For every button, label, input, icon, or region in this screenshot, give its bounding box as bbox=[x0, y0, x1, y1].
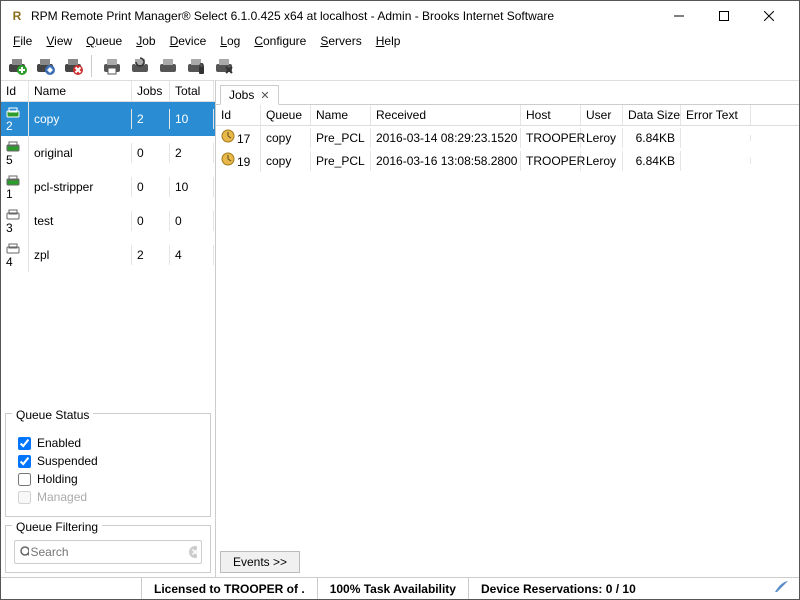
suspended-input[interactable] bbox=[18, 455, 31, 468]
toolbar-print3-button[interactable] bbox=[156, 54, 180, 78]
queue-row[interactable]: 2copy210 bbox=[1, 102, 215, 136]
tab-jobs[interactable]: Jobs ✕ bbox=[220, 85, 279, 105]
queue-status-group: Queue Status Enabled Suspended Holding M… bbox=[5, 413, 211, 517]
left-pane: Id Name Jobs Total 2copy2105original021p… bbox=[1, 81, 216, 577]
menu-job[interactable]: Job bbox=[130, 32, 161, 50]
queue-header-jobs[interactable]: Jobs bbox=[132, 81, 170, 101]
jobs-table: Id Queue Name Received Host User Data Si… bbox=[216, 105, 799, 547]
toolbar-delete-printer-button[interactable] bbox=[61, 54, 85, 78]
tab-bar: Jobs ✕ bbox=[216, 81, 799, 105]
suspended-checkbox[interactable]: Suspended bbox=[18, 454, 202, 468]
feather-icon bbox=[763, 580, 799, 597]
menu-file[interactable]: File bbox=[7, 32, 38, 50]
jobs-header-name[interactable]: Name bbox=[311, 105, 371, 125]
jobs-header-size[interactable]: Data Size bbox=[623, 105, 681, 125]
menu-configure[interactable]: Configure bbox=[248, 32, 312, 50]
jobs-header-received[interactable]: Received bbox=[371, 105, 521, 125]
queue-status-legend: Queue Status bbox=[12, 408, 93, 422]
job-row[interactable]: 17copyPre_PCL2016-03-14 08:29:23.1520TRO… bbox=[216, 126, 799, 149]
minimize-button[interactable] bbox=[656, 2, 701, 30]
toolbar-reprint-button[interactable] bbox=[128, 54, 152, 78]
jobs-header-error[interactable]: Error Text bbox=[681, 105, 751, 125]
printer-icon bbox=[6, 175, 20, 187]
queue-row[interactable]: 4zpl24 bbox=[1, 238, 215, 272]
queue-filtering-group: Queue Filtering bbox=[5, 525, 211, 573]
toolbar-config-printer-button[interactable] bbox=[33, 54, 57, 78]
status-task: 100% Task Availability bbox=[317, 578, 468, 599]
status-reservations: Device Reservations: 0 / 10 bbox=[468, 578, 648, 599]
queue-header-id[interactable]: Id bbox=[1, 81, 29, 101]
menu-servers[interactable]: Servers bbox=[314, 32, 367, 50]
printer-icon bbox=[6, 243, 20, 255]
search-input[interactable] bbox=[29, 543, 188, 561]
job-status-icon bbox=[221, 152, 235, 166]
toolbar-delete-job-button[interactable] bbox=[212, 54, 236, 78]
menu-view[interactable]: View bbox=[40, 32, 78, 50]
queue-header-total[interactable]: Total bbox=[170, 81, 214, 101]
holding-input[interactable] bbox=[18, 473, 31, 486]
tab-close-icon[interactable]: ✕ bbox=[260, 89, 269, 102]
toolbar-hold-button[interactable] bbox=[184, 54, 208, 78]
queue-row[interactable]: 5original02 bbox=[1, 136, 215, 170]
app-icon: R bbox=[9, 8, 25, 24]
title-bar: R RPM Remote Print Manager® Select 6.1.0… bbox=[1, 1, 799, 31]
queue-table: Id Name Jobs Total 2copy2105original021p… bbox=[1, 81, 215, 409]
toolbar bbox=[1, 51, 799, 81]
queue-filtering-legend: Queue Filtering bbox=[12, 520, 102, 534]
printer-icon bbox=[6, 107, 20, 119]
enabled-checkbox[interactable]: Enabled bbox=[18, 436, 202, 450]
job-status-icon bbox=[221, 129, 235, 143]
search-wrapper[interactable] bbox=[14, 540, 202, 564]
menu-queue[interactable]: Queue bbox=[80, 32, 128, 50]
managed-input bbox=[18, 491, 31, 504]
jobs-header-queue[interactable]: Queue bbox=[261, 105, 311, 125]
queue-header-name[interactable]: Name bbox=[29, 81, 132, 101]
status-license: Licensed to TROOPER of . bbox=[141, 578, 317, 599]
jobs-header-row: Id Queue Name Received Host User Data Si… bbox=[216, 105, 799, 126]
queue-header-row: Id Name Jobs Total bbox=[1, 81, 215, 102]
maximize-button[interactable] bbox=[701, 2, 746, 30]
toolbar-print-button[interactable] bbox=[100, 54, 124, 78]
queue-row[interactable]: 3test00 bbox=[1, 204, 215, 238]
menu-device[interactable]: Device bbox=[164, 32, 213, 50]
managed-checkbox: Managed bbox=[18, 490, 202, 504]
queue-row[interactable]: 1pcl-stripper010 bbox=[1, 170, 215, 204]
printer-icon bbox=[6, 141, 20, 153]
clear-search-icon[interactable] bbox=[188, 545, 198, 559]
menu-log[interactable]: Log bbox=[214, 32, 246, 50]
printer-icon bbox=[6, 209, 20, 221]
window-title: RPM Remote Print Manager® Select 6.1.0.4… bbox=[31, 9, 656, 23]
status-bar: Licensed to TROOPER of . 100% Task Avail… bbox=[1, 577, 799, 599]
jobs-header-host[interactable]: Host bbox=[521, 105, 581, 125]
menu-help[interactable]: Help bbox=[370, 32, 407, 50]
events-button[interactable]: Events >> bbox=[220, 551, 300, 573]
jobs-header-user[interactable]: User bbox=[581, 105, 623, 125]
close-button[interactable] bbox=[746, 2, 791, 30]
job-row[interactable]: 19copyPre_PCL2016-03-16 13:08:58.2800TRO… bbox=[216, 149, 799, 172]
tab-jobs-label: Jobs bbox=[229, 88, 254, 102]
jobs-header-id[interactable]: Id bbox=[216, 105, 261, 125]
right-pane: Jobs ✕ Id Queue Name Received Host User … bbox=[216, 81, 799, 577]
search-icon bbox=[19, 545, 29, 559]
toolbar-add-printer-button[interactable] bbox=[5, 54, 29, 78]
holding-checkbox[interactable]: Holding bbox=[18, 472, 202, 486]
enabled-input[interactable] bbox=[18, 437, 31, 450]
toolbar-separator bbox=[91, 55, 94, 77]
menu-bar: File View Queue Job Device Log Configure… bbox=[1, 31, 799, 51]
